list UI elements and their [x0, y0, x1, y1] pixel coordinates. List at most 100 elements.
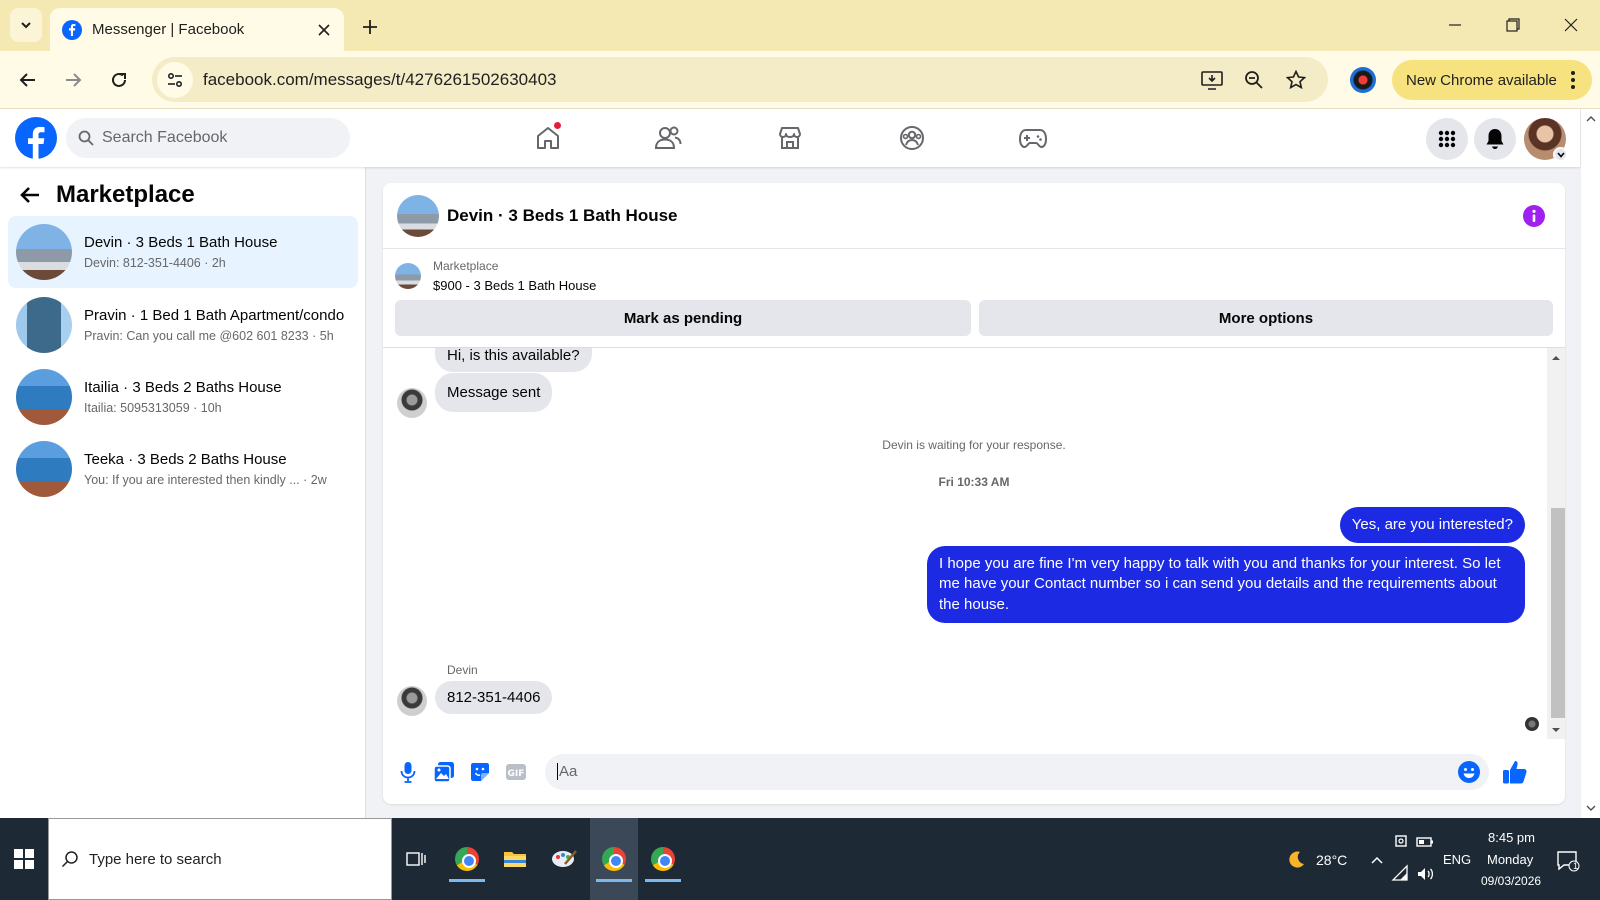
gif-icon[interactable]: GIF	[503, 759, 529, 785]
conversation-item[interactable]: Devin · 3 Beds 1 Bath House Devin: 812-3…	[8, 216, 358, 288]
grid-menu-icon	[1438, 130, 1456, 148]
moon-weather-icon[interactable]	[1286, 850, 1306, 870]
conversation-item[interactable]: Teeka · 3 Beds 2 Baths House You: If you…	[8, 433, 358, 505]
photo-icon[interactable]	[431, 759, 457, 785]
listing-summary[interactable]: Marketplace $900 - 3 Beds 1 Bath House	[395, 259, 596, 293]
listing-thumbnail[interactable]	[397, 194, 439, 237]
taskbar-file-explorer[interactable]	[491, 818, 539, 900]
scroll-down-icon[interactable]	[1547, 724, 1565, 736]
search-placeholder: Search Facebook	[102, 129, 228, 146]
thread-scrollbar[interactable]	[1547, 348, 1565, 739]
bookmark-star-icon[interactable]	[1282, 66, 1310, 94]
speaker-icon[interactable]	[1415, 864, 1435, 884]
chat-title[interactable]: Devin · 3 Beds 1 Bath House	[447, 206, 678, 226]
listing-thumbnail	[395, 263, 421, 289]
outgoing-message[interactable]: Yes, are you interested?	[1339, 507, 1525, 544]
scroll-up-icon[interactable]	[1581, 113, 1600, 125]
facebook-logo-icon[interactable]	[15, 117, 57, 159]
page-scrollbar[interactable]	[1580, 109, 1600, 818]
taskbar-paint-app[interactable]	[540, 818, 588, 900]
reload-icon	[112, 72, 126, 87]
minimize-button[interactable]	[1432, 10, 1478, 40]
info-icon[interactable]	[1523, 205, 1545, 227]
arrow-left-icon[interactable]	[20, 186, 40, 204]
site-settings-icon[interactable]	[157, 61, 193, 98]
menu-button[interactable]	[1426, 118, 1468, 160]
tab-title: Messenger | Facebook	[92, 21, 245, 38]
clock-time[interactable]: 8:45 pm	[1488, 830, 1535, 845]
scroll-up-icon[interactable]	[1547, 352, 1565, 364]
facebook-search-input[interactable]: Search Facebook	[66, 118, 350, 158]
chevron-up-icon[interactable]	[1367, 850, 1387, 870]
conversation-item[interactable]: Itailia · 3 Beds 2 Baths House Itailia: …	[8, 361, 358, 433]
update-label: New Chrome available	[1406, 71, 1557, 89]
weather-temperature[interactable]: 28°C	[1316, 852, 1347, 868]
sticker-icon[interactable]	[467, 759, 493, 785]
clock-date[interactable]: 09/03/2026	[1481, 874, 1541, 888]
microphone-icon[interactable]	[395, 759, 421, 785]
start-button[interactable]	[0, 818, 48, 900]
taskbar-chrome-app-2[interactable]	[639, 818, 687, 900]
nav-friends[interactable]	[638, 119, 698, 157]
chat-window: Devin · 3 Beds 1 Bath House Marketplace …	[383, 183, 1565, 804]
forward-button[interactable]	[57, 64, 89, 96]
browser-tab[interactable]: Messenger | Facebook	[50, 8, 344, 51]
nav-marketplace[interactable]	[760, 119, 820, 157]
groups-icon	[900, 126, 924, 150]
sender-avatar[interactable]	[397, 686, 427, 716]
browser-toolbar: facebook.com/messages/t/4276261502630403…	[0, 51, 1600, 109]
clock-day[interactable]: Monday	[1487, 852, 1533, 867]
tab-close-button[interactable]	[312, 18, 336, 42]
restore-button[interactable]	[1490, 10, 1536, 40]
notification-dot	[553, 121, 562, 130]
message-input[interactable]: Aa	[545, 753, 1489, 790]
outgoing-message[interactable]: I hope you are fine I'm very happy to ta…	[927, 546, 1525, 623]
sidebar-title: Marketplace	[56, 181, 195, 208]
taskbar-search-input[interactable]: Type here to search	[48, 818, 392, 900]
minimize-icon	[1449, 24, 1461, 26]
thumbs-up-icon[interactable]	[1501, 758, 1529, 786]
tab-search-dropdown-button[interactable]	[10, 8, 42, 42]
url-text[interactable]: facebook.com/messages/t/4276261502630403	[203, 70, 1198, 90]
conversation-item[interactable]: Pravin · 1 Bed 1 Bath Apartment/condo Pr…	[8, 289, 358, 361]
zoom-icon[interactable]	[1240, 66, 1268, 94]
notifications-button[interactable]	[1474, 118, 1516, 160]
more-options-button[interactable]: More options	[979, 300, 1553, 336]
message-thread: Hi, is this available? Message sent Devi…	[383, 347, 1565, 739]
taskbar-chrome-profile-app[interactable]	[443, 818, 491, 900]
mark-as-pending-button[interactable]: Mark as pending	[395, 300, 971, 336]
nav-home[interactable]	[518, 119, 578, 157]
nav-groups[interactable]	[882, 119, 942, 157]
profile-extension-icon[interactable]	[1350, 67, 1376, 93]
display-icon[interactable]	[1391, 832, 1411, 852]
back-button[interactable]	[12, 64, 44, 96]
marketplace-conversation-list: Marketplace Devin · 3 Beds 1 Bath House …	[0, 167, 366, 818]
close-window-button[interactable]	[1548, 10, 1594, 40]
task-view-button[interactable]	[392, 818, 440, 900]
windows-taskbar: Type here to search 28°C ENG 8:45 pm Mon…	[0, 818, 1600, 900]
facebook-header: Search Facebook	[0, 109, 1580, 167]
waiting-notice: Devin is waiting for your response.	[882, 438, 1066, 452]
nav-gaming[interactable]	[1003, 119, 1063, 157]
language-indicator[interactable]: ENG	[1443, 852, 1471, 867]
action-center-button[interactable]: 1	[1556, 850, 1580, 872]
chrome-update-button[interactable]: New Chrome available	[1392, 60, 1592, 100]
sender-avatar[interactable]	[397, 388, 427, 418]
account-avatar[interactable]	[1524, 118, 1568, 162]
battery-icon[interactable]	[1415, 832, 1435, 852]
emoji-icon[interactable]	[1457, 760, 1481, 784]
new-tab-button[interactable]	[356, 13, 384, 41]
incoming-message[interactable]: Hi, is this available?	[435, 348, 592, 372]
incoming-message[interactable]: Message sent	[435, 373, 553, 412]
taskbar-chrome-app[interactable]	[590, 818, 638, 900]
search-icon	[78, 130, 94, 146]
more-vertical-icon[interactable]	[1564, 68, 1582, 92]
scroll-thumb[interactable]	[1551, 508, 1565, 718]
incoming-message[interactable]: 812-351-4406	[435, 681, 553, 714]
scroll-down-icon[interactable]	[1581, 802, 1600, 814]
wifi-icon[interactable]	[1391, 864, 1411, 884]
conversation-name: Itailia · 3 Beds 2 Baths House	[84, 379, 282, 396]
install-app-icon[interactable]	[1198, 66, 1226, 94]
reload-button[interactable]	[103, 64, 135, 96]
address-bar[interactable]: facebook.com/messages/t/4276261502630403	[152, 57, 1328, 102]
